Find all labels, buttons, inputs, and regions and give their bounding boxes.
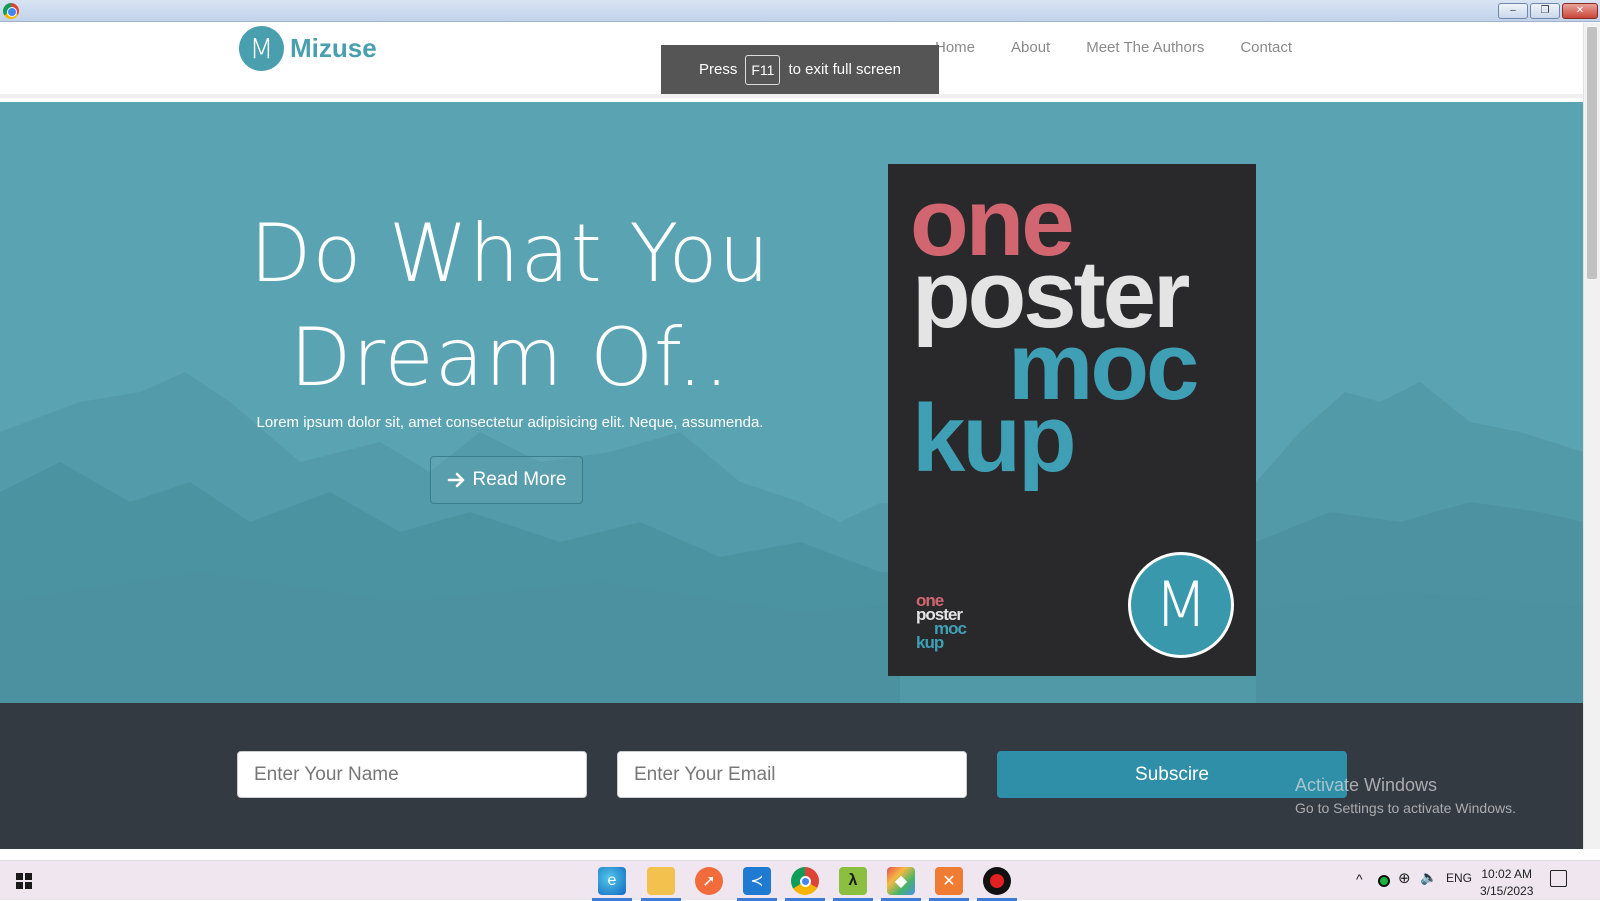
language-indicator[interactable]: ENG bbox=[1446, 871, 1472, 885]
poster-mockup: one poster moc kup one poster moc kup M bbox=[888, 164, 1256, 676]
subscribe-section: Enter Your Name Enter Your Email Subscir… bbox=[0, 703, 1583, 849]
git-icon[interactable]: ◆ bbox=[887, 867, 915, 895]
arrow-right-icon bbox=[447, 472, 464, 488]
network-status-icon[interactable] bbox=[1378, 875, 1390, 887]
nav-about[interactable]: About bbox=[1011, 39, 1050, 56]
close-button[interactable]: ✕ bbox=[1562, 3, 1598, 19]
lambda-icon[interactable]: λ bbox=[839, 867, 867, 895]
toast-text-after: to exit full screen bbox=[788, 61, 901, 78]
nav-contact[interactable]: Contact bbox=[1240, 39, 1292, 56]
window-titlebar: – ❐ ✕ bbox=[0, 0, 1600, 22]
system-clock[interactable]: 10:02 AM 3/15/2023 bbox=[1480, 866, 1533, 900]
nav-home[interactable]: Home bbox=[935, 39, 975, 56]
scrollbar-thumb[interactable] bbox=[1587, 27, 1597, 279]
hero-subtitle: Lorem ipsum dolor sit, amet consectetur … bbox=[256, 414, 764, 431]
brand-logo[interactable]: M Mizuse bbox=[239, 26, 377, 71]
nav-menu: Home About Meet The Authors Contact bbox=[935, 39, 1328, 56]
name-input[interactable]: Enter Your Name bbox=[237, 751, 587, 798]
read-more-label: Read More bbox=[472, 469, 567, 490]
activate-windows-watermark: Activate Windows Go to Settings to activ… bbox=[1295, 775, 1516, 816]
clock-time: 10:02 AM bbox=[1481, 867, 1533, 881]
poster-small-wordmark: one poster moc kup bbox=[916, 592, 967, 652]
file-explorer-icon[interactable] bbox=[647, 867, 675, 895]
postman-icon[interactable]: ➚ bbox=[695, 867, 723, 895]
clock-date: 3/15/2023 bbox=[1480, 884, 1534, 898]
recorder-icon[interactable] bbox=[983, 867, 1011, 895]
brand-logo-mark: M bbox=[239, 26, 284, 71]
xampp-icon[interactable]: ✕ bbox=[935, 867, 963, 895]
watermark-subtitle: Go to Settings to activate Windows. bbox=[1295, 800, 1516, 816]
restore-button[interactable]: ❐ bbox=[1530, 3, 1560, 19]
brand-name: Mizuse bbox=[290, 33, 377, 63]
toast-text-before: Press bbox=[699, 61, 738, 78]
email-input[interactable]: Enter Your Email bbox=[617, 751, 967, 798]
edge-icon[interactable]: e bbox=[598, 867, 626, 895]
notification-icon[interactable] bbox=[1550, 870, 1567, 887]
chrome-icon bbox=[3, 3, 19, 19]
navbar: M Mizuse Home About Meet The Authors Con… bbox=[0, 23, 1583, 98]
hero-section: Do What You Dream Of.. Lorem ipsum dolor… bbox=[0, 102, 1583, 703]
fullscreen-toast: Press F11 to exit full screen bbox=[661, 45, 939, 94]
nav-meet-the-authors[interactable]: Meet The Authors bbox=[1086, 39, 1204, 56]
web-page: M Mizuse Home About Meet The Authors Con… bbox=[0, 23, 1583, 849]
tray-chevron-icon[interactable]: ^ bbox=[1356, 871, 1363, 887]
poster-word-kup: kup bbox=[912, 385, 1077, 492]
hero-title-line1: Do What You bbox=[249, 207, 771, 300]
hero-title: Do What You Dream Of.. bbox=[180, 202, 840, 410]
poster-small-line: kup bbox=[916, 633, 944, 652]
read-more-button[interactable]: Read More bbox=[430, 456, 583, 504]
taskbar: e ➚ ≺ λ ◆ ✕ ^ ⊕ 🔈 ENG 10:02 AM 3/15/2023 bbox=[0, 860, 1600, 901]
page-scrollbar[interactable] bbox=[1583, 23, 1600, 849]
globe-icon[interactable]: ⊕ bbox=[1398, 869, 1411, 887]
hero-title-line2: Dream Of.. bbox=[289, 311, 731, 404]
chrome-icon[interactable] bbox=[791, 867, 819, 895]
poster-logo: M bbox=[1128, 552, 1234, 658]
volume-icon[interactable]: 🔈 bbox=[1420, 869, 1437, 886]
vscode-icon[interactable]: ≺ bbox=[743, 867, 771, 895]
minimize-button[interactable]: – bbox=[1498, 3, 1528, 19]
toast-key: F11 bbox=[745, 54, 781, 85]
watermark-title: Activate Windows bbox=[1295, 775, 1438, 795]
windows-start-icon[interactable] bbox=[16, 873, 32, 889]
